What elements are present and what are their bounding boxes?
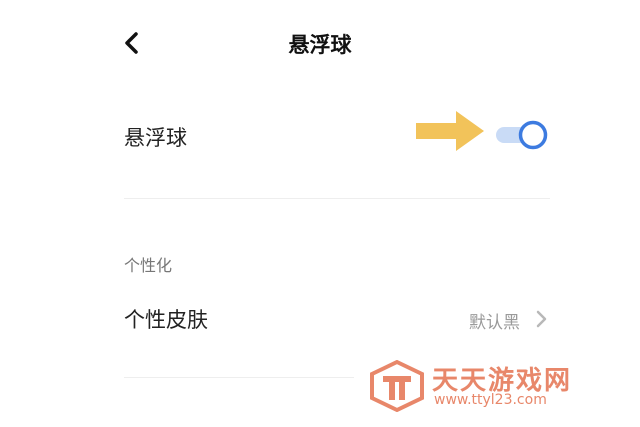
personal-skin-label: 个性皮肤 xyxy=(124,308,208,332)
pointing-arrow-icon xyxy=(416,111,484,151)
page-title: 悬浮球 xyxy=(288,33,352,57)
watermark: 天天游戏网 www.ttyl23.com xyxy=(370,358,630,414)
personalization-section-title: 个性化 xyxy=(124,256,173,275)
divider xyxy=(124,198,550,199)
personal-skin-row[interactable]: 个性皮肤 默认黑 xyxy=(124,296,550,340)
watermark-url: www.ttyl23.com xyxy=(434,392,547,408)
header: 悬浮球 xyxy=(0,0,640,90)
floating-ball-row: 悬浮球 xyxy=(124,112,550,158)
personal-skin-value: 默认黑 xyxy=(469,313,520,333)
floating-ball-label: 悬浮球 xyxy=(124,126,187,150)
chevron-right-icon xyxy=(536,310,547,328)
floating-ball-toggle[interactable] xyxy=(494,119,550,151)
divider xyxy=(124,377,354,378)
site-logo-icon xyxy=(370,360,424,412)
